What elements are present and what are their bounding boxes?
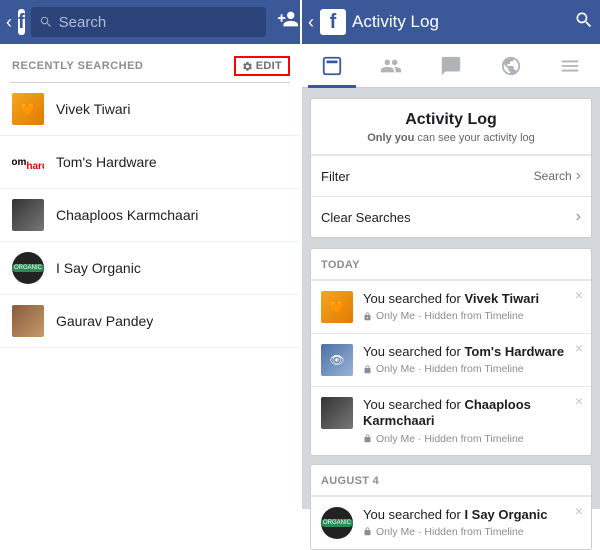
gear-icon <box>242 61 253 72</box>
page-title: Activity Log <box>352 12 568 32</box>
tab-friends[interactable] <box>362 44 422 87</box>
activity-meta: Only Me · Hidden from Timeline <box>363 526 583 538</box>
group-title: TODAY <box>311 249 591 280</box>
list-item-label: I Say Organic <box>56 260 141 276</box>
activity-row[interactable]: You searched for Vivek Tiwari Only Me · … <box>311 280 591 333</box>
card-header: Activity Log Only you can see your activ… <box>311 99 591 155</box>
activity-row[interactable]: You searched for Tom's Hardware Only Me … <box>311 333 591 386</box>
recently-searched-header: RECENTLY SEARCHED EDIT <box>0 44 300 82</box>
avatar <box>12 199 44 231</box>
globe-icon <box>500 55 522 77</box>
search-icon[interactable] <box>574 10 594 35</box>
activity-group-today: TODAY You searched for Vivek Tiwari Only… <box>310 248 592 456</box>
lock-icon <box>363 312 372 321</box>
edit-highlight-box: EDIT <box>234 56 290 76</box>
avatar: ORGANIC <box>321 507 353 539</box>
clear-searches-label: Clear Searches <box>321 210 411 225</box>
avatar: tomhard <box>12 146 44 178</box>
list-item-label: Vivek Tiwari <box>56 101 130 117</box>
facebook-logo-icon[interactable]: f <box>320 9 346 35</box>
avatar <box>12 93 44 125</box>
avatar <box>321 291 353 323</box>
filter-label: Filter <box>321 169 350 184</box>
search-icon <box>39 15 53 29</box>
list-item[interactable]: Gaurav Pandey <box>0 295 300 348</box>
dismiss-icon[interactable]: × <box>575 393 583 409</box>
card-title: Activity Log <box>319 111 583 129</box>
activity-group-august4: AUGUST 4 ORGANIC You searched for I Say … <box>310 464 592 550</box>
friends-icon <box>380 55 402 77</box>
recently-searched-title: RECENTLY SEARCHED <box>12 60 143 72</box>
edit-button-label: EDIT <box>256 60 282 72</box>
facebook-logo-icon[interactable]: f <box>18 9 25 35</box>
avatar <box>12 305 44 337</box>
lock-icon <box>363 527 372 536</box>
activity-meta: Only Me · Hidden from Timeline <box>363 310 583 322</box>
dismiss-icon[interactable]: × <box>575 287 583 303</box>
dismiss-icon[interactable]: × <box>575 503 583 519</box>
list-item-label: Gaurav Pandey <box>56 313 153 329</box>
list-item[interactable]: ORGANIC I Say Organic <box>0 242 300 295</box>
activity-text: You searched for Vivek Tiwari <box>363 291 583 307</box>
newsfeed-icon <box>321 55 343 77</box>
tab-bar <box>302 44 600 88</box>
back-chevron-icon[interactable]: ‹ <box>308 12 314 33</box>
activity-row[interactable]: You searched for Chaaploos Karmchaari On… <box>311 386 591 455</box>
avatar <box>321 344 353 376</box>
messages-icon <box>440 55 462 77</box>
search-box[interactable] <box>31 7 266 37</box>
list-item[interactable]: Chaaploos Karmchaari <box>0 189 300 242</box>
dismiss-icon[interactable]: × <box>575 340 583 356</box>
list-item-label: Chaaploos Karmchaari <box>56 207 198 223</box>
tab-notifications[interactable] <box>481 44 541 87</box>
hamburger-icon <box>559 55 581 77</box>
tab-newsfeed[interactable] <box>302 44 362 87</box>
back-chevron-icon[interactable]: ‹ <box>6 12 12 33</box>
activity-text: You searched for Tom's Hardware <box>363 344 583 360</box>
activity-log-pane: ‹ f Activity Log Activity Log Only you c… <box>302 0 600 509</box>
activity-meta: Only Me · Hidden from Timeline <box>363 433 583 445</box>
chevron-right-icon: › <box>576 167 581 185</box>
activity-row[interactable]: ORGANIC You searched for I Say Organic O… <box>311 496 591 549</box>
tab-messages[interactable] <box>421 44 481 87</box>
tab-more[interactable] <box>540 44 600 87</box>
lock-icon <box>363 365 372 374</box>
recent-search-list: Vivek Tiwari tomhard Tom's Hardware Chaa… <box>0 83 300 348</box>
filter-row[interactable]: Filter Search› <box>311 155 591 196</box>
topbar-right: ‹ f Activity Log <box>302 0 600 44</box>
list-item[interactable]: tomhard Tom's Hardware <box>0 136 300 189</box>
lock-icon <box>363 434 372 443</box>
filter-value: Search› <box>534 167 581 185</box>
clear-searches-row[interactable]: Clear Searches › <box>311 196 591 237</box>
avatar <box>321 397 353 429</box>
chevron-right-icon: › <box>576 208 581 226</box>
topbar-left: ‹ f <box>0 0 300 44</box>
card-subtitle: Only you can see your activity log <box>319 132 583 144</box>
list-item[interactable]: Vivek Tiwari <box>0 83 300 136</box>
edit-button[interactable]: EDIT <box>242 60 282 72</box>
group-title: AUGUST 4 <box>311 465 591 496</box>
search-pane: ‹ f RECENTLY SEARCHED EDIT Vivek Tiwari … <box>0 0 302 509</box>
search-input[interactable] <box>59 14 258 31</box>
friend-requests-icon[interactable] <box>276 8 300 36</box>
avatar: ORGANIC <box>12 252 44 284</box>
activity-text: You searched for Chaaploos Karmchaari <box>363 397 583 430</box>
activity-meta: Only Me · Hidden from Timeline <box>363 363 583 375</box>
activity-log-card: Activity Log Only you can see your activ… <box>310 98 592 238</box>
list-item-label: Tom's Hardware <box>56 154 157 170</box>
